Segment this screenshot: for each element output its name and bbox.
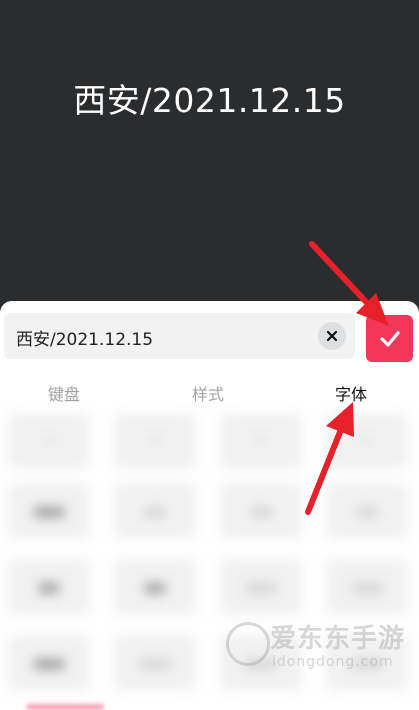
- clear-button[interactable]: [318, 322, 346, 350]
- font-option[interactable]: ▪▪▪: [326, 559, 408, 615]
- close-icon: [326, 330, 338, 342]
- font-option[interactable]: ▪▪: [8, 559, 90, 615]
- tab-font[interactable]: 字体: [335, 381, 367, 405]
- text-input-value: 西安/2021.12.15: [16, 330, 154, 350]
- font-option[interactable]: ▪▪: [220, 483, 302, 539]
- selected-indicator: [26, 704, 104, 710]
- font-option[interactable]: ▪▪▪: [114, 635, 196, 691]
- font-option[interactable]: ▪▪: [114, 559, 196, 615]
- font-option[interactable]: ▪▪▪: [220, 559, 302, 615]
- font-option[interactable]: ···: [326, 413, 408, 469]
- text-preview-area: 西安/2021.12.15: [0, 0, 419, 305]
- font-option[interactable]: ···: [114, 413, 196, 469]
- watermark-subtext: idongdong.com: [272, 654, 394, 670]
- font-option[interactable]: ▪▪: [326, 483, 408, 539]
- font-option[interactable]: ▪▪: [114, 483, 196, 539]
- preview-text: 西安/2021.12.15: [73, 81, 346, 120]
- confirm-button[interactable]: [366, 315, 413, 362]
- text-input-field[interactable]: 西安/2021.12.15: [4, 313, 355, 359]
- tab-keyboard[interactable]: 键盘: [48, 381, 80, 405]
- tab-style[interactable]: 样式: [192, 381, 224, 405]
- watermark-text: 爱东东手游: [270, 624, 406, 654]
- font-option[interactable]: ···: [8, 413, 90, 469]
- font-option[interactable]: ▪▪▪: [8, 635, 90, 691]
- watermark: 爱东东手游 idongdong.com: [226, 616, 416, 676]
- check-icon: [379, 330, 400, 347]
- font-option[interactable]: ▪▪▪: [8, 483, 90, 539]
- watermark-logo-icon: [226, 622, 270, 666]
- font-option[interactable]: ···: [220, 413, 302, 469]
- tab-bar: 键盘 样式 字体: [0, 381, 419, 409]
